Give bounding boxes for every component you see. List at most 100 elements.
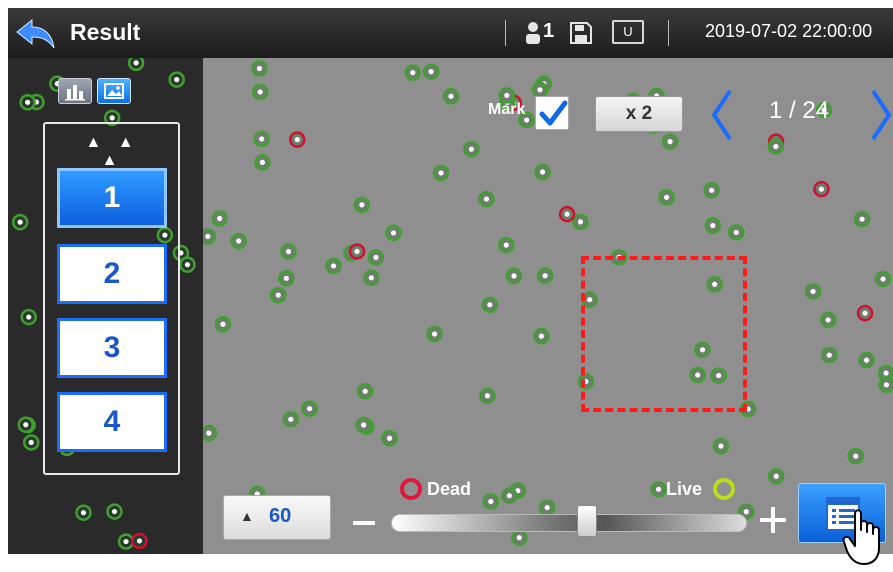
live-cell — [858, 351, 875, 369]
live-cell — [478, 190, 495, 208]
live-cell — [511, 529, 528, 546]
dead-cell — [813, 180, 830, 198]
zoom-button[interactable]: x 2 — [595, 96, 683, 132]
live-cell — [804, 283, 822, 300]
live-cell — [19, 94, 36, 111]
dead-cell — [348, 243, 366, 260]
save-icon — [570, 22, 592, 44]
live-cell — [422, 63, 440, 80]
live-cell — [301, 400, 318, 417]
live-cell — [117, 533, 135, 550]
minus-icon[interactable] — [353, 521, 375, 525]
plus-icon[interactable] — [760, 507, 786, 533]
live-cell — [214, 316, 232, 333]
channel-2-button[interactable]: 2 — [57, 244, 167, 304]
live-cell — [479, 387, 496, 404]
live-cell — [767, 467, 785, 485]
live-cell — [505, 267, 523, 285]
live-cell — [426, 325, 443, 343]
chevron-right-icon[interactable] — [867, 85, 893, 145]
live-cell — [278, 270, 295, 287]
chart-view-button[interactable] — [58, 78, 92, 104]
mark-checkbox[interactable] — [535, 96, 569, 130]
cell-image-view[interactable]: Mark x 2 1 / 24 Dead Live ▲ 60 — [203, 58, 893, 554]
dead-cell — [289, 131, 306, 148]
result-screen: Result 1 U 2019-07-02 22:00:00 ▲ ▲ ▲ 1 2… — [8, 8, 893, 554]
live-cell — [498, 236, 515, 254]
microscope-image — [203, 60, 893, 546]
live-cell — [363, 269, 380, 287]
header-divider — [505, 20, 506, 46]
live-cell — [481, 296, 499, 314]
channel-4-button[interactable]: 4 — [57, 392, 167, 452]
channel-1-button[interactable]: 1 — [57, 168, 167, 228]
channel-selector: ▲ ▲ ▲ 1 2 3 4 — [43, 122, 180, 475]
slider-thumb[interactable] — [576, 505, 597, 537]
live-cell — [533, 327, 550, 345]
live-cell — [878, 376, 893, 394]
live-cell — [282, 411, 300, 428]
live-cell — [853, 210, 871, 228]
live-marker-icon — [713, 478, 735, 500]
chevron-up-icon: ▲ — [240, 508, 254, 524]
live-cell — [819, 311, 837, 329]
live-cell — [22, 434, 40, 451]
live-cell — [355, 416, 372, 434]
live-cell — [728, 224, 745, 241]
live-cell — [211, 210, 228, 227]
dead-label: Dead — [427, 479, 472, 499]
live-cell — [280, 243, 297, 260]
bar-chart-icon — [65, 85, 85, 101]
image-view-button[interactable] — [97, 78, 131, 104]
chevron-left-icon[interactable] — [708, 85, 736, 145]
usb-icon: U — [612, 20, 644, 44]
scroll-up-button[interactable]: ▲ ▲ ▲ — [70, 134, 155, 169]
live-cell — [269, 286, 287, 304]
live-cell — [203, 228, 217, 245]
live-cell — [75, 504, 92, 521]
live-label: Live — [666, 479, 703, 499]
live-cell — [230, 232, 247, 250]
live-cell — [356, 383, 374, 400]
channel-3-button[interactable]: 3 — [57, 318, 167, 378]
image-icon — [104, 83, 124, 99]
live-cell — [661, 133, 679, 150]
live-cell — [127, 58, 145, 72]
live-cell — [442, 88, 460, 105]
live-cell — [531, 81, 549, 99]
left-panel: ▲ ▲ ▲ 1 2 3 4 — [8, 58, 203, 554]
live-cell — [106, 503, 123, 520]
region-of-interest-box[interactable] — [581, 256, 747, 412]
dead-cell — [856, 304, 874, 322]
live-cell — [463, 140, 480, 158]
live-cell — [536, 267, 554, 284]
live-cell — [821, 346, 838, 364]
dead-cell — [558, 205, 576, 223]
dead-marker-icon — [400, 478, 422, 500]
live-cell — [20, 308, 37, 326]
mark-label: Mark — [488, 101, 526, 118]
live-cell — [254, 154, 271, 171]
live-cell — [168, 71, 185, 88]
header-bar: Result 1 U 2019-07-02 22:00:00 — [8, 8, 893, 58]
dead-cell — [131, 532, 148, 550]
live-cell — [404, 64, 422, 81]
live-cell — [704, 217, 722, 234]
live-cell — [482, 493, 500, 510]
back-arrow-icon[interactable] — [14, 18, 56, 50]
live-cell — [847, 447, 864, 465]
live-cell — [874, 270, 892, 288]
checkmark-icon — [539, 100, 568, 126]
live-cell — [658, 189, 675, 206]
header-divider — [668, 20, 669, 46]
threshold-slider[interactable] — [391, 514, 747, 532]
live-cell — [251, 60, 268, 77]
live-cell — [325, 257, 342, 275]
live-cell — [17, 416, 35, 434]
live-cell — [534, 163, 551, 181]
live-cell — [712, 437, 730, 455]
live-cell — [432, 164, 450, 182]
threshold-button[interactable]: ▲ 60 — [223, 495, 331, 540]
live-cell — [572, 213, 589, 231]
live-cell — [381, 430, 398, 447]
